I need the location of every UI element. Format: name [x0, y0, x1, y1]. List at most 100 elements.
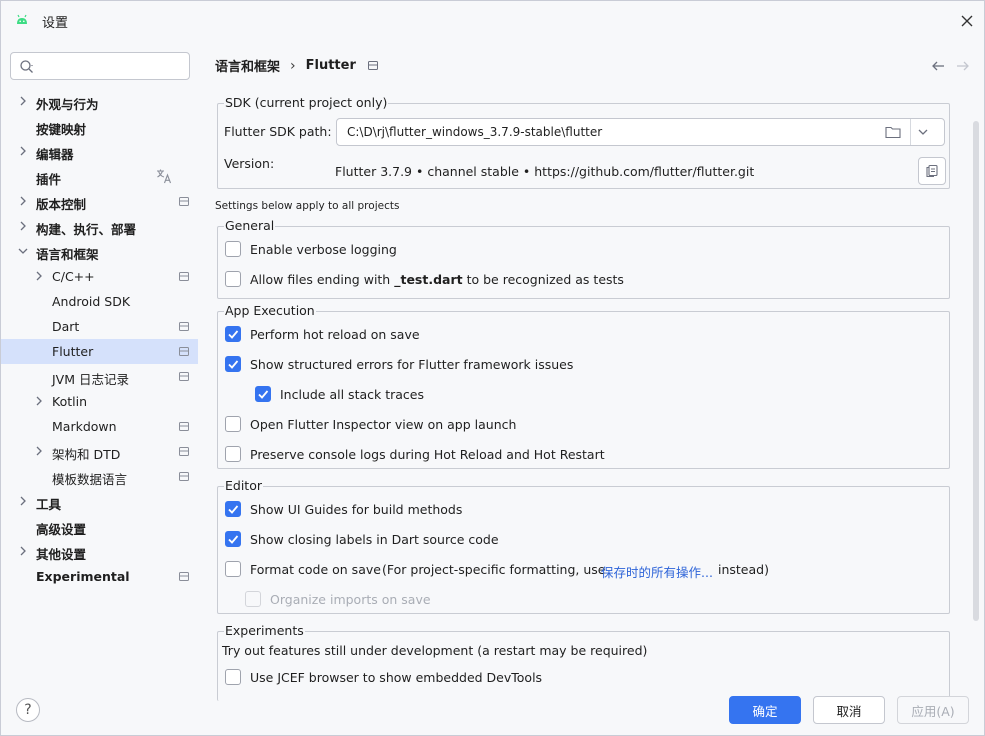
folder-icon[interactable] — [885, 125, 901, 139]
sidebar-item[interactable]: 高级设置 — [1, 514, 198, 539]
sidebar-item[interactable]: 工具 — [1, 489, 198, 514]
checkbox-box[interactable] — [225, 356, 241, 372]
settings-sidebar: 外观与行为 按键映射 编辑器 插件版本控制构建、执行、部署 语言和框架 C/C++ Andr… — [1, 41, 198, 687]
organize-imports-checkbox[interactable]: Organize imports on save — [245, 589, 431, 609]
android-icon — [17, 14, 27, 24]
sidebar-item[interactable]: Android SDK — [1, 289, 198, 314]
sidebar-item[interactable]: Kotlin — [1, 389, 198, 414]
checkbox-label: Include all stack traces — [280, 386, 424, 402]
open-inspector-checkbox[interactable]: Open Flutter Inspector view on app launc… — [225, 414, 516, 434]
project-scope-icon — [179, 322, 189, 331]
checkbox-label: Show structured errors for Flutter frame… — [250, 356, 574, 372]
chevron-down-icon[interactable] — [917, 126, 929, 138]
closing-labels-checkbox[interactable]: Show closing labels in Dart source code — [225, 529, 499, 549]
checkbox-box[interactable] — [225, 326, 241, 342]
content-scrollbar[interactable] — [973, 121, 979, 621]
chevron-down-icon[interactable] — [17, 245, 29, 257]
sidebar-item[interactable]: Markdown — [1, 414, 198, 439]
cancel-button[interactable]: 取消 — [813, 696, 885, 724]
sidebar-item[interactable]: JVM 日志记录 — [1, 364, 198, 389]
test-files-checkbox[interactable]: Allow files ending with _test.dart to be… — [225, 269, 624, 289]
forward-arrow-icon[interactable] — [956, 59, 970, 73]
chevron-right-icon[interactable] — [17, 195, 29, 207]
search-icon — [20, 60, 33, 73]
sidebar-item[interactable]: C/C++ — [1, 264, 198, 289]
search-box[interactable] — [10, 52, 190, 80]
hot-reload-on-save-checkbox[interactable]: Perform hot reload on save — [225, 324, 420, 344]
checkbox-box[interactable] — [225, 669, 241, 685]
close-button[interactable] — [954, 9, 980, 33]
project-scope-icon — [179, 347, 189, 356]
back-arrow-icon[interactable] — [931, 59, 945, 73]
sidebar-item[interactable]: 外观与行为 — [1, 89, 198, 114]
close-icon — [961, 15, 973, 27]
project-scope-icon — [179, 422, 189, 431]
app-execution-group-title: App Execution — [224, 303, 316, 318]
checkbox-box[interactable] — [225, 271, 241, 287]
checkmark-icon — [228, 360, 239, 369]
checkbox-label: Open Flutter Inspector view on app launc… — [250, 416, 517, 432]
breadcrumb-separator: › — [290, 57, 296, 74]
chevron-right-icon[interactable] — [17, 495, 29, 507]
breadcrumb: 语言和框架 › Flutter — [215, 56, 378, 75]
checkbox-box[interactable] — [225, 561, 241, 577]
sidebar-item[interactable]: 模板数据语言 — [1, 464, 198, 489]
checkbox-label: Perform hot reload on save — [250, 326, 420, 342]
checkbox-box[interactable] — [225, 241, 241, 257]
ok-button[interactable]: 确定 — [729, 696, 801, 724]
copy-version-button[interactable] — [918, 157, 946, 185]
sidebar-item-label: 版本控制 — [36, 197, 87, 212]
include-stack-traces-checkbox[interactable]: Include all stack traces — [255, 384, 424, 404]
dialog-footer: ? 确定 取消 应用(A) — [1, 687, 984, 735]
actions-on-save-link[interactable]: 保存时的所有操作... — [601, 562, 713, 581]
sidebar-item[interactable]: 其他设置 — [1, 539, 198, 564]
sidebar-item[interactable]: Flutter — [1, 339, 198, 364]
sidebar-item[interactable]: 编辑器 — [1, 139, 198, 164]
format-on-save-checkbox[interactable]: Format code on save — [225, 559, 381, 579]
sidebar-item[interactable]: Dart — [1, 314, 198, 339]
search-input[interactable] — [39, 57, 184, 75]
experiments-description: Try out features still under development… — [222, 643, 648, 658]
preserve-console-logs-checkbox[interactable]: Preserve console logs during Hot Reload … — [225, 444, 605, 464]
breadcrumb-parent[interactable]: 语言和框架 — [215, 56, 280, 75]
chevron-right-icon[interactable] — [17, 220, 29, 232]
chevron-right-icon[interactable] — [17, 95, 29, 107]
sidebar-item[interactable]: 架构和 DTD — [1, 439, 198, 464]
structured-errors-checkbox[interactable]: Show structured errors for Flutter frame… — [225, 354, 573, 374]
experiments-group-title: Experiments — [224, 623, 305, 638]
ui-guides-checkbox[interactable]: Show UI Guides for build methods — [225, 499, 462, 519]
checkbox-box[interactable] — [255, 386, 271, 402]
sdk-path-label: Flutter SDK path: — [224, 124, 332, 139]
chevron-right-icon[interactable] — [33, 445, 45, 457]
verbose-logging-checkbox[interactable]: Enable verbose logging — [225, 239, 397, 259]
checkbox-label: Allow files ending with _test.dart to be… — [250, 272, 624, 287]
sidebar-item[interactable]: Experimental — [1, 564, 198, 589]
checkbox-label: Format code on save — [250, 561, 381, 577]
checkbox-box[interactable] — [225, 531, 241, 547]
project-scope-icon — [179, 272, 189, 281]
sdk-path-combobox[interactable]: C:\D\rj\flutter_windows_3.7.9-stable\flu… — [336, 118, 945, 146]
sidebar-item[interactable]: 构建、执行、部署 — [1, 214, 198, 239]
sidebar-item[interactable]: 版本控制 — [1, 189, 198, 214]
sidebar-item[interactable]: 插件 — [1, 164, 198, 189]
checkbox-label: Show closing labels in Dart source code — [250, 531, 499, 547]
chevron-right-icon[interactable] — [33, 270, 45, 282]
sidebar-item[interactable]: 按键映射 — [1, 114, 198, 139]
combo-divider — [910, 119, 911, 145]
jcef-browser-checkbox[interactable]: Use JCEF browser to show embedded DevToo… — [225, 667, 542, 687]
checkbox-box[interactable] — [225, 416, 241, 432]
apply-button[interactable]: 应用(A) — [897, 696, 969, 724]
help-button[interactable]: ? — [16, 698, 40, 722]
checkmark-icon — [228, 535, 239, 544]
chevron-right-icon[interactable] — [33, 395, 45, 407]
app-execution-group: App Execution Perform hot reload on save… — [217, 303, 950, 469]
sidebar-item-label: Android SDK — [52, 294, 131, 309]
checkbox-box[interactable] — [245, 591, 261, 607]
checkbox-box[interactable] — [225, 501, 241, 517]
sidebar-item[interactable]: 语言和框架 — [1, 239, 198, 264]
project-scope-icon — [179, 197, 189, 206]
chevron-right-icon[interactable] — [17, 145, 29, 157]
checkbox-box[interactable] — [225, 446, 241, 462]
translate-icon[interactable] — [156, 168, 172, 184]
chevron-right-icon[interactable] — [17, 545, 29, 557]
